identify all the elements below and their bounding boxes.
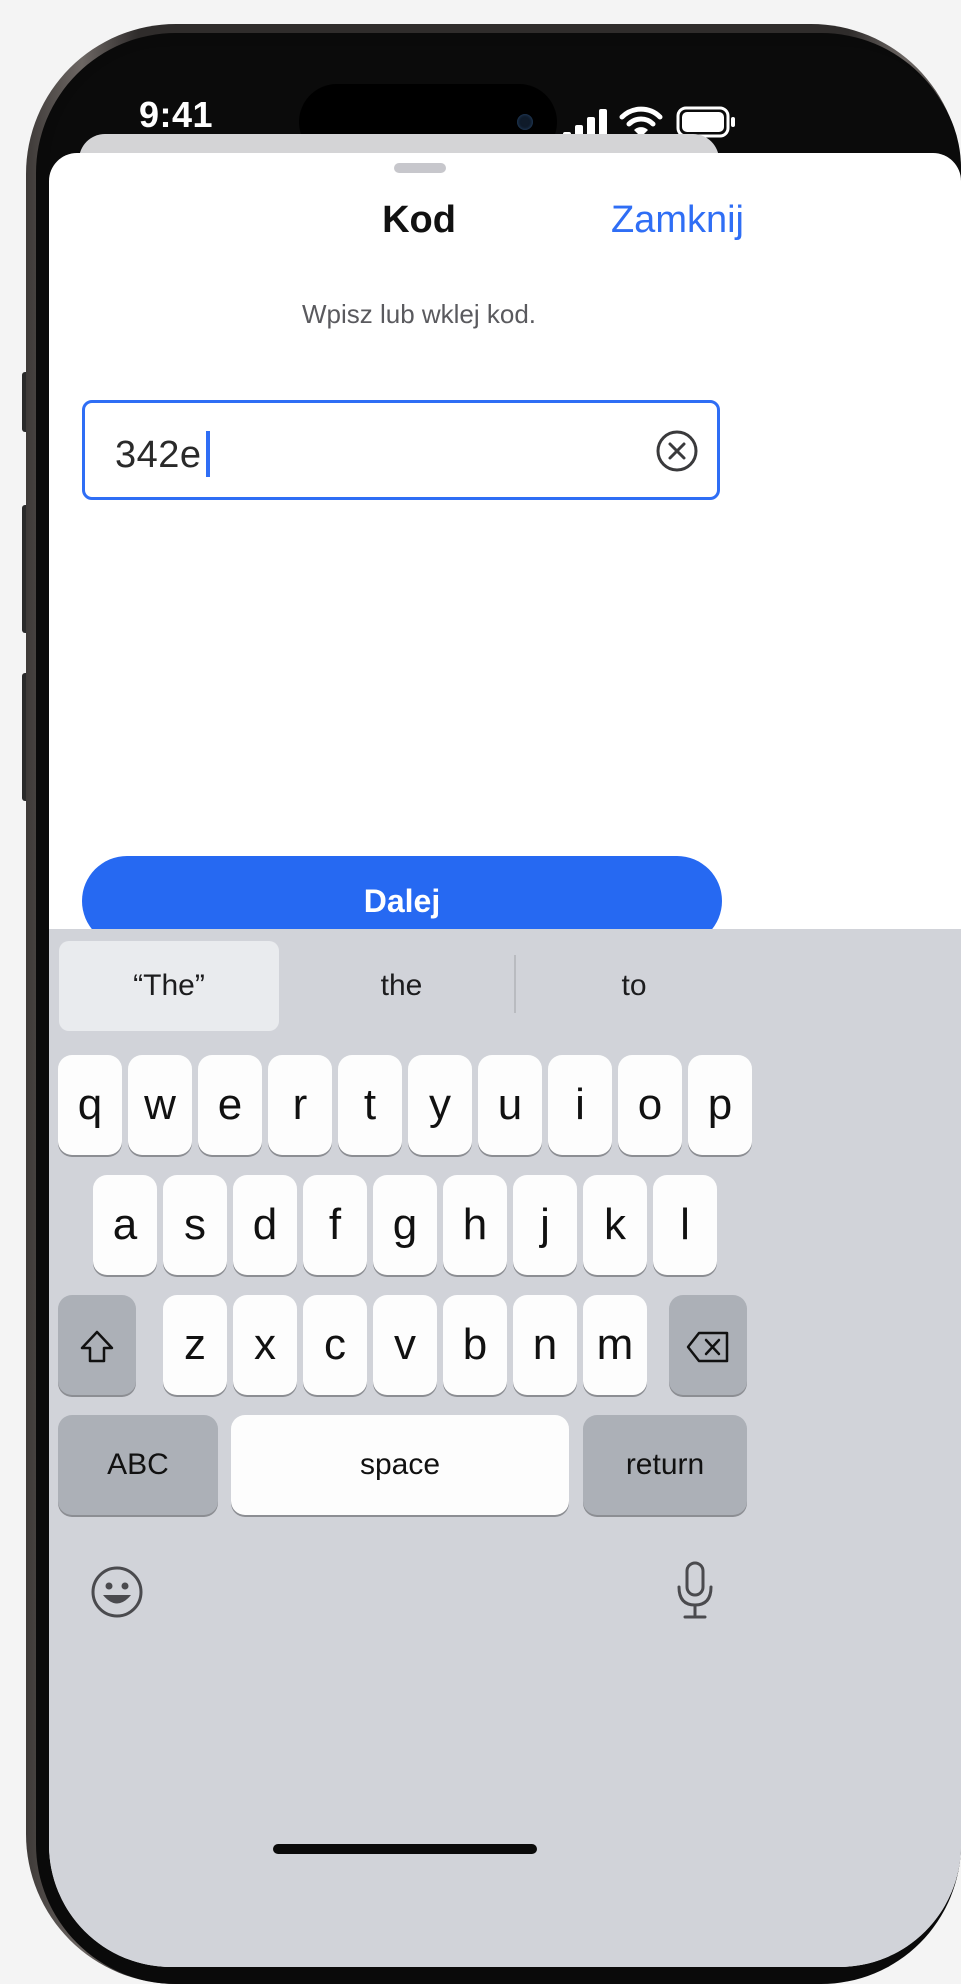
keyboard: “The” the to q w e r t y u i o p a s d f… — [49, 929, 961, 1967]
microphone-icon[interactable] — [673, 1559, 717, 1623]
key-h[interactable]: h — [443, 1175, 507, 1275]
instructions-text: Wpisz lub wklej kod. — [301, 299, 537, 329]
key-y[interactable]: y — [408, 1055, 472, 1155]
key-o[interactable]: o — [618, 1055, 682, 1155]
key-a[interactable]: a — [93, 1175, 157, 1275]
key-p[interactable]: p — [688, 1055, 752, 1155]
sheet-title: Kod — [382, 199, 456, 241]
key-q[interactable]: q — [58, 1055, 122, 1155]
key-j[interactable]: j — [513, 1175, 577, 1275]
clear-circle-x-icon[interactable] — [655, 429, 699, 473]
text-caret — [205, 431, 210, 477]
key-s[interactable]: s — [163, 1175, 227, 1275]
status-time: 9:41 — [138, 94, 214, 135]
prediction-divider — [514, 955, 516, 1013]
return-key[interactable]: return — [583, 1415, 747, 1515]
key-v[interactable]: v — [373, 1295, 437, 1395]
prediction-to[interactable]: to — [519, 941, 749, 1031]
key-k[interactable]: k — [583, 1175, 647, 1275]
space-key[interactable]: space — [231, 1415, 569, 1515]
shift-icon — [80, 1331, 114, 1363]
key-z[interactable]: z — [163, 1295, 227, 1395]
key-i[interactable]: i — [548, 1055, 612, 1155]
abc-key[interactable]: ABC — [58, 1415, 218, 1515]
key-t[interactable]: t — [338, 1055, 402, 1155]
backspace-icon — [686, 1332, 729, 1363]
front-camera-icon — [517, 114, 533, 130]
key-x[interactable]: x — [233, 1295, 297, 1395]
code-input-value: 342e — [115, 434, 202, 476]
code-input[interactable]: 342e — [82, 400, 720, 500]
phone-screen: 9:41 Kod Zamknij Wpisz lub wklej kod. 34… — [49, 46, 961, 1967]
code-input-wrapper: 342e — [115, 431, 210, 477]
key-d[interactable]: d — [233, 1175, 297, 1275]
key-w[interactable]: w — [128, 1055, 192, 1155]
key-n[interactable]: n — [513, 1295, 577, 1395]
key-l[interactable]: l — [653, 1175, 717, 1275]
key-m[interactable]: m — [583, 1295, 647, 1395]
shift-key[interactable] — [58, 1295, 136, 1395]
home-indicator[interactable] — [273, 1844, 537, 1854]
key-e[interactable]: e — [198, 1055, 262, 1155]
key-f[interactable]: f — [303, 1175, 367, 1275]
key-u[interactable]: u — [478, 1055, 542, 1155]
key-b[interactable]: b — [443, 1295, 507, 1395]
prediction-quoted[interactable]: “The” — [59, 941, 279, 1031]
key-r[interactable]: r — [268, 1055, 332, 1155]
close-button[interactable]: Zamknij — [584, 199, 744, 242]
backspace-key[interactable] — [669, 1295, 747, 1395]
key-g[interactable]: g — [373, 1175, 437, 1275]
sheet-grabber[interactable] — [394, 163, 446, 173]
key-c[interactable]: c — [303, 1295, 367, 1395]
emoji-icon[interactable] — [89, 1564, 145, 1620]
prediction-the[interactable]: the — [289, 941, 514, 1031]
